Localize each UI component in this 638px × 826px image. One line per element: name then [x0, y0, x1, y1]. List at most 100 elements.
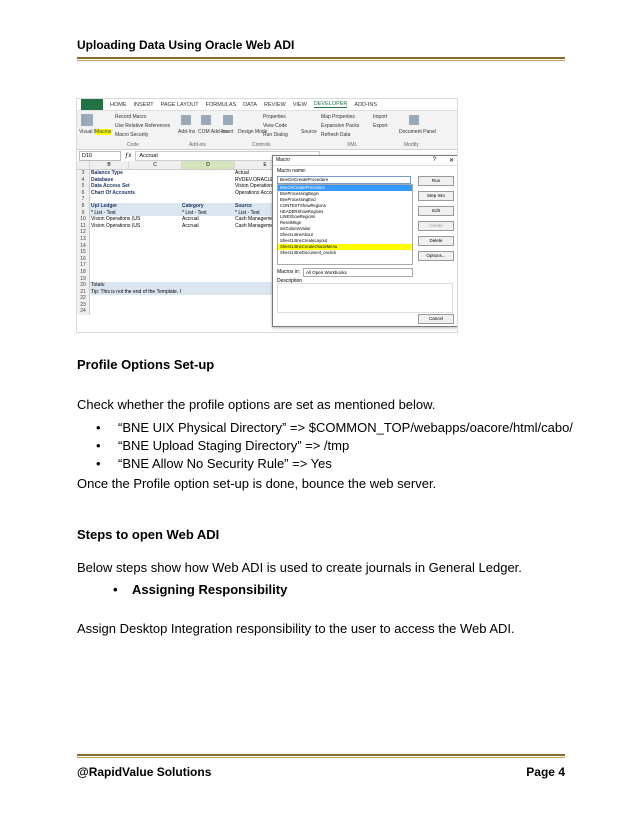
- cell-d[interactable]: [181, 196, 234, 203]
- cell-d[interactable]: Accrual: [181, 223, 234, 230]
- run-dialog-button[interactable]: Run Dialog: [263, 132, 288, 138]
- add-ins-button[interactable]: Add-Ins: [178, 129, 195, 135]
- cell-b[interactable]: [90, 243, 181, 250]
- tab-add-ins[interactable]: ADD-INS: [354, 102, 377, 108]
- cell-d[interactable]: [181, 177, 234, 184]
- cell-b[interactable]: [90, 256, 181, 263]
- import-button[interactable]: Import: [373, 114, 387, 120]
- row-number[interactable]: 18: [77, 268, 90, 276]
- record-macro-button[interactable]: Record Macro: [115, 114, 146, 120]
- cell-d[interactable]: [181, 262, 234, 269]
- cell-d[interactable]: [181, 190, 234, 197]
- cell-b[interactable]: [90, 229, 181, 236]
- cell-b[interactable]: Data Access Set: [90, 183, 181, 190]
- row-number[interactable]: 12: [77, 229, 90, 236]
- run-button[interactable]: Run: [418, 176, 454, 186]
- map-properties-button[interactable]: Map Properties: [321, 114, 355, 120]
- tab-formulas[interactable]: FORMULAS: [206, 102, 237, 108]
- visual-basic-icon[interactable]: [81, 114, 93, 126]
- cell-d[interactable]: [181, 276, 234, 283]
- cell-b[interactable]: Chart Of Accounts: [90, 190, 181, 197]
- row-number[interactable]: 7: [77, 196, 90, 203]
- row-number[interactable]: 11: [77, 222, 90, 230]
- cell-d[interactable]: [181, 288, 234, 296]
- cell-d[interactable]: [181, 256, 234, 263]
- row-number[interactable]: 6: [77, 189, 90, 197]
- row-number[interactable]: 22: [77, 295, 90, 302]
- row-number[interactable]: 23: [77, 301, 90, 309]
- expansion-packs-button[interactable]: Expansion Packs: [321, 123, 359, 129]
- cell-b[interactable]: [90, 249, 181, 256]
- cell-d[interactable]: Accrual: [181, 216, 234, 223]
- macro-list-item[interactable]: Sheet1.BneDocument_onclick: [278, 250, 412, 256]
- close-icon[interactable]: ✕: [449, 157, 454, 164]
- cell-b[interactable]: Vision Operations (US: [90, 216, 181, 223]
- cell-d[interactable]: [181, 183, 234, 190]
- cancel-button[interactable]: Cancel: [418, 314, 454, 324]
- cell-b[interactable]: Upl Ledger: [90, 202, 181, 210]
- cell-b[interactable]: [90, 269, 181, 276]
- cell-d[interactable]: [181, 229, 234, 236]
- name-box[interactable]: D10: [79, 150, 121, 161]
- row-number[interactable]: 15: [77, 249, 90, 256]
- cell-d[interactable]: [181, 269, 234, 276]
- tab-view[interactable]: VIEW: [293, 102, 307, 108]
- col-header-c[interactable]: C: [129, 161, 182, 169]
- cell-b[interactable]: Tip: This is not the end of the Template…: [90, 288, 181, 296]
- row-number[interactable]: 8: [77, 202, 90, 210]
- tab-data[interactable]: DATA: [243, 102, 257, 108]
- cell-b[interactable]: * List - Text: [90, 209, 181, 217]
- macros-in-select[interactable]: All Open Workbooks: [303, 268, 413, 277]
- cell-d[interactable]: [181, 236, 234, 243]
- row-number[interactable]: 21: [77, 288, 90, 296]
- cell-d[interactable]: * List - Text: [181, 209, 234, 217]
- cell-d[interactable]: [181, 295, 234, 302]
- relative-references-button[interactable]: Use Relative References: [115, 123, 170, 129]
- cell-b[interactable]: [90, 302, 181, 309]
- cell-d[interactable]: [181, 308, 234, 315]
- edit-button[interactable]: Edit: [418, 206, 454, 216]
- properties-button[interactable]: Properties: [263, 114, 286, 120]
- cell-d[interactable]: [181, 302, 234, 309]
- cell-b[interactable]: [90, 295, 181, 302]
- cell-b[interactable]: Balance Type: [90, 170, 181, 177]
- view-code-button[interactable]: View Code: [263, 123, 287, 129]
- tab-insert[interactable]: INSERT: [134, 102, 154, 108]
- row-number[interactable]: 3: [77, 170, 90, 177]
- col-header-b[interactable]: B: [90, 161, 129, 169]
- row-number[interactable]: 16: [77, 255, 90, 263]
- row-number[interactable]: 4: [77, 176, 90, 184]
- tab-file[interactable]: FILE: [81, 99, 103, 110]
- macro-security-button[interactable]: Macro Security: [115, 132, 148, 138]
- cell-b[interactable]: Database: [90, 177, 181, 184]
- export-button[interactable]: Export: [373, 123, 387, 129]
- row-number[interactable]: 5: [77, 183, 90, 190]
- cell-d[interactable]: [181, 282, 234, 289]
- row-number[interactable]: 19: [77, 275, 90, 283]
- cell-b[interactable]: [90, 276, 181, 283]
- cell-d[interactable]: [181, 249, 234, 256]
- row-number[interactable]: 13: [77, 235, 90, 243]
- col-header-d[interactable]: D: [182, 161, 235, 169]
- cell-b[interactable]: [90, 196, 181, 203]
- document-panel-button[interactable]: Document Panel: [399, 129, 436, 135]
- row-number[interactable]: 24: [77, 308, 90, 316]
- cell-b[interactable]: Vision Operations (US: [90, 223, 181, 230]
- row-number[interactable]: 14: [77, 242, 90, 250]
- cell-d[interactable]: [181, 170, 234, 177]
- cell-d[interactable]: [181, 243, 234, 250]
- tab-developer[interactable]: DEVELOPER: [313, 101, 348, 108]
- create-button[interactable]: Create: [418, 221, 454, 231]
- delete-button[interactable]: Delete: [418, 236, 454, 246]
- insert-control-button[interactable]: Insert: [221, 129, 234, 135]
- tab-review[interactable]: REVIEW: [264, 102, 286, 108]
- macros-button[interactable]: Macros: [95, 129, 112, 135]
- tab-page-layout[interactable]: PAGE LAYOUT: [161, 102, 199, 108]
- options-button[interactable]: Options...: [418, 251, 454, 261]
- cell-b[interactable]: [90, 236, 181, 243]
- refresh-data-button[interactable]: Refresh Data: [321, 132, 350, 138]
- step-into-button[interactable]: Step Into: [418, 191, 454, 201]
- help-icon[interactable]: ?: [433, 157, 436, 163]
- source-button[interactable]: Source: [301, 129, 317, 135]
- cell-b[interactable]: [90, 262, 181, 269]
